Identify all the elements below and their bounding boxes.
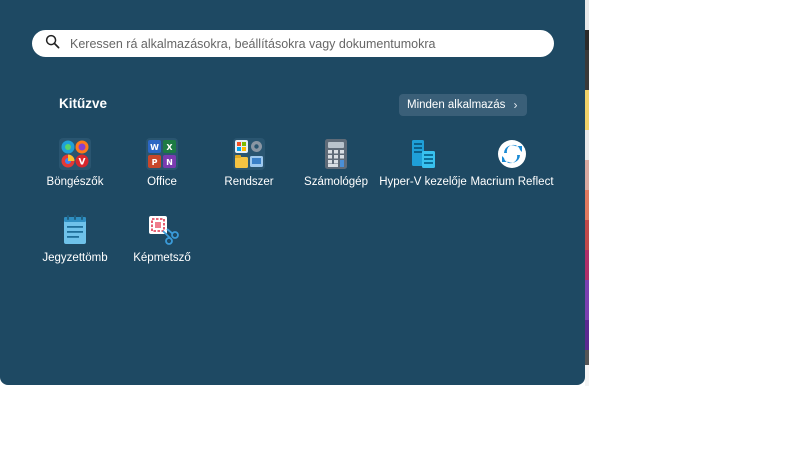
all-apps-label: Minden alkalmazás bbox=[407, 99, 506, 111]
office-folder-icon: W X P N bbox=[145, 137, 179, 171]
app-label: Jegyzettömb bbox=[42, 252, 108, 264]
notepad-icon bbox=[58, 213, 92, 247]
search-input[interactable] bbox=[70, 36, 530, 51]
macrium-reflect-icon bbox=[495, 137, 529, 171]
svg-text:V: V bbox=[79, 158, 86, 168]
app-macrium-reflect[interactable]: Macrium Reflect bbox=[467, 137, 557, 189]
app-office[interactable]: W X P N Office bbox=[117, 137, 207, 189]
desktop-background bbox=[585, 0, 589, 386]
svg-text:P: P bbox=[152, 158, 158, 167]
search-box[interactable] bbox=[32, 30, 554, 57]
browsers-folder-icon: V bbox=[58, 137, 92, 171]
start-menu: Kitűzve Minden alkalmazás › V Böngészők … bbox=[0, 0, 585, 385]
calculator-icon bbox=[319, 137, 353, 171]
app-notepad[interactable]: Jegyzettömb bbox=[30, 213, 120, 265]
snipping-tool-icon bbox=[145, 213, 179, 247]
app-hyper-v[interactable]: Hyper-V kezelője bbox=[378, 137, 468, 189]
app-label: Böngészők bbox=[46, 176, 104, 188]
chevron-right-icon: › bbox=[513, 98, 518, 112]
app-system[interactable]: Rendszer bbox=[204, 137, 294, 189]
search-icon bbox=[45, 34, 60, 54]
app-calculator[interactable]: Számológép bbox=[291, 137, 381, 189]
app-snipping-tool[interactable]: Képmetsző bbox=[117, 213, 207, 265]
system-folder-icon bbox=[232, 137, 266, 171]
app-browsers[interactable]: V Böngészők bbox=[30, 137, 120, 189]
app-label: Hyper-V kezelője bbox=[379, 176, 467, 188]
svg-text:X: X bbox=[166, 143, 173, 152]
app-label: Képmetsző bbox=[133, 252, 191, 264]
pinned-section-title: Kitűzve bbox=[59, 96, 108, 111]
svg-text:N: N bbox=[166, 158, 173, 167]
app-label: Macrium Reflect bbox=[470, 176, 554, 188]
app-label: Számológép bbox=[304, 176, 368, 188]
app-label: Office bbox=[147, 176, 177, 188]
app-label: Rendszer bbox=[224, 176, 274, 188]
hyper-v-icon bbox=[406, 137, 440, 171]
svg-text:W: W bbox=[150, 143, 159, 152]
all-apps-button[interactable]: Minden alkalmazás › bbox=[399, 94, 528, 116]
